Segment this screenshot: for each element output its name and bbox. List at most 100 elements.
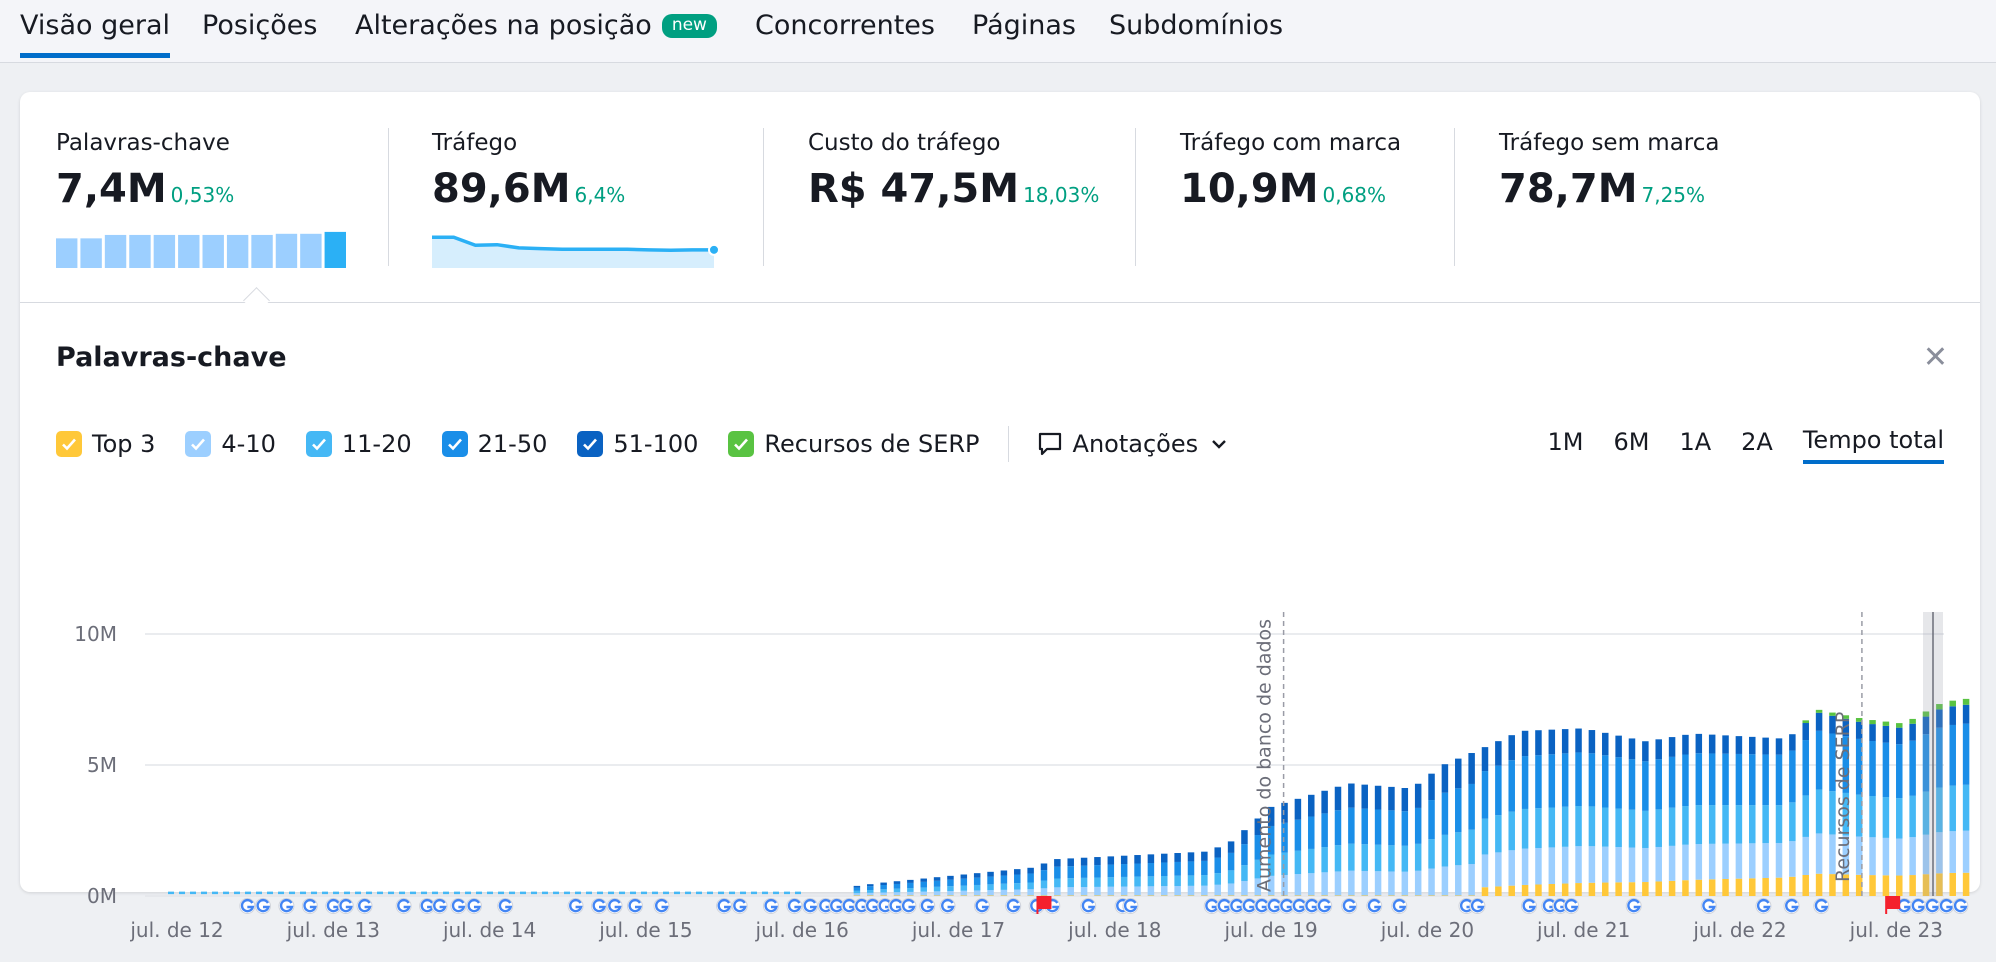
- chart-bar-segment: [1107, 856, 1115, 865]
- divider: [1454, 128, 1455, 266]
- chart-bar-segment: [1080, 877, 1088, 888]
- period-all-time[interactable]: Tempo total: [1802, 426, 1944, 464]
- chart-bar-segment: [1414, 895, 1422, 896]
- legend-21-50[interactable]: 21-50: [441, 430, 548, 458]
- metric-nonbranded-traffic[interactable]: Tráfego sem marca 78,7M 7,25%: [1499, 130, 1720, 212]
- chart-bar-segment: [1602, 807, 1609, 847]
- chart-bar-segment: [920, 878, 927, 882]
- chart-bar-segment: [1735, 753, 1743, 806]
- metric-traffic[interactable]: Tráfego 89,6M 6,4%: [432, 130, 625, 212]
- chart-bar-segment: [933, 895, 941, 896]
- tab-overview[interactable]: Visão geral: [20, 10, 170, 58]
- annotations-dropdown[interactable]: Anotações: [1037, 430, 1231, 458]
- metric-traffic-cost-change: 18,03%: [1023, 183, 1100, 207]
- checkbox-icon[interactable]: [441, 431, 468, 457]
- tab-subdomains-label: Subdomínios: [1109, 10, 1284, 41]
- chart-bar-segment: [1241, 880, 1248, 896]
- chart-bar-segment: [1388, 810, 1395, 846]
- chart-bar-segment: [1481, 771, 1489, 819]
- tab-positions[interactable]: Posições: [202, 10, 317, 41]
- chart-bar-segment: [1214, 884, 1221, 896]
- tab-subdomains[interactable]: Subdomínios: [1109, 10, 1283, 41]
- chart-bar-segment: [1615, 757, 1622, 809]
- chart-bar-segment: [1642, 882, 1649, 896]
- metric-branded-traffic[interactable]: Tráfego com marca 10,9M 0,68%: [1180, 130, 1401, 212]
- chart-bar-segment: [1227, 852, 1235, 871]
- chart-bar-segment: [1014, 895, 1021, 896]
- chart-bar-segment: [1227, 841, 1235, 853]
- chart-bar-segment: [1655, 759, 1662, 810]
- chart-bar-segment: [1054, 887, 1061, 896]
- chart-bar-segment: [1521, 808, 1529, 849]
- chart-bar-segment: [1441, 834, 1449, 867]
- chart-bar-segment: [1869, 875, 1876, 896]
- chart-bar-segment: [1241, 830, 1248, 845]
- checkbox-icon[interactable]: [56, 431, 82, 457]
- chart-bar-segment: [1294, 819, 1302, 851]
- period-1m[interactable]: 1M: [1548, 428, 1584, 462]
- chart-bar-segment: [1334, 871, 1342, 896]
- legend-21-50-label: 21-50: [477, 430, 548, 458]
- checkbox-icon[interactable]: [185, 431, 212, 457]
- metric-branded-traffic-label: Tráfego com marca: [1180, 130, 1402, 156]
- chart-bar-segment: [1602, 882, 1609, 896]
- keywords-spark-bar: [251, 234, 273, 268]
- chart-bar-segment: [947, 879, 954, 887]
- metric-keywords[interactable]: Palavras-chave 7,4M 0,53%: [56, 130, 234, 212]
- tab-position-changes[interactable]: Alterações na posição new: [355, 10, 717, 41]
- chart-bar-segment: [1455, 788, 1462, 833]
- chart-bar-segment: [1735, 843, 1743, 879]
- chart-bar-segment: [1040, 863, 1048, 871]
- keywords-spark-bar: [324, 231, 346, 268]
- checkbox-icon[interactable]: [728, 431, 755, 457]
- legend-top3[interactable]: Top 3: [56, 430, 155, 458]
- chart-bar-segment: [1120, 886, 1128, 896]
- chart-bar-segment: [1134, 895, 1141, 896]
- chart-bar-segment: [1762, 877, 1769, 896]
- chart-bar-segment: [1201, 875, 1208, 886]
- chart-bar-segment: [1294, 850, 1302, 875]
- checkbox-icon[interactable]: [305, 431, 332, 457]
- chart-bar-segment: [1508, 850, 1515, 886]
- divider: [1007, 426, 1009, 462]
- chart-bar-segment: [1481, 818, 1489, 855]
- chart-bar-segment: [1428, 868, 1435, 896]
- chart-bar-segment: [973, 890, 981, 896]
- period-6m[interactable]: 6M: [1613, 428, 1649, 462]
- chart-bar-segment: [1628, 847, 1636, 883]
- chart-bar-segment: [1414, 783, 1422, 808]
- annotation-label: Aumento do banco de dados: [1254, 619, 1276, 892]
- chart-bar-segment: [1214, 895, 1221, 896]
- chart-bar-segment: [1120, 864, 1128, 877]
- legend-51-100[interactable]: 51-100: [577, 430, 698, 458]
- chart-bar-segment: [1962, 704, 1970, 724]
- legend-4-10[interactable]: 4-10: [185, 430, 276, 458]
- period-2y[interactable]: 2A: [1741, 428, 1773, 462]
- legend-serp-features[interactable]: Recursos de SERP: [728, 430, 980, 458]
- chart-bar-segment: [1668, 807, 1676, 846]
- chart-bar-segment: [1655, 809, 1662, 847]
- chart-bar-segment: [1561, 753, 1569, 807]
- keywords-spark-bar: [178, 234, 200, 268]
- y-tick-label: 5M: [87, 753, 117, 777]
- chart-bar-segment: [1120, 855, 1128, 865]
- chart-bar-segment: [1735, 878, 1743, 896]
- chart-bar-segment: [1642, 741, 1649, 762]
- chart-bar-segment: [1655, 739, 1662, 760]
- chart-bar-segment: [1708, 879, 1716, 896]
- chart-bar-segment: [1949, 785, 1956, 832]
- checkbox-icon[interactable]: [577, 431, 604, 457]
- chart-bar-segment: [1682, 754, 1689, 807]
- legend-11-20[interactable]: 11-20: [305, 430, 412, 458]
- chart-bar-segment: [1628, 882, 1636, 896]
- metric-traffic-cost[interactable]: Custo do tráfego R$ 47,5M 18,03%: [808, 130, 1099, 212]
- chart-bar-segment: [1682, 880, 1689, 896]
- chart-bar-segment: [1588, 753, 1596, 807]
- chart-bar-segment: [1161, 886, 1168, 896]
- chart-bar-segment: [1521, 756, 1529, 809]
- chart-bar-segment: [1161, 862, 1168, 877]
- close-icon[interactable]: ✕: [1923, 340, 1948, 375]
- period-1y[interactable]: 1A: [1679, 428, 1711, 462]
- tab-pages[interactable]: Páginas: [972, 10, 1076, 41]
- tab-competitors[interactable]: Concorrentes: [755, 10, 935, 41]
